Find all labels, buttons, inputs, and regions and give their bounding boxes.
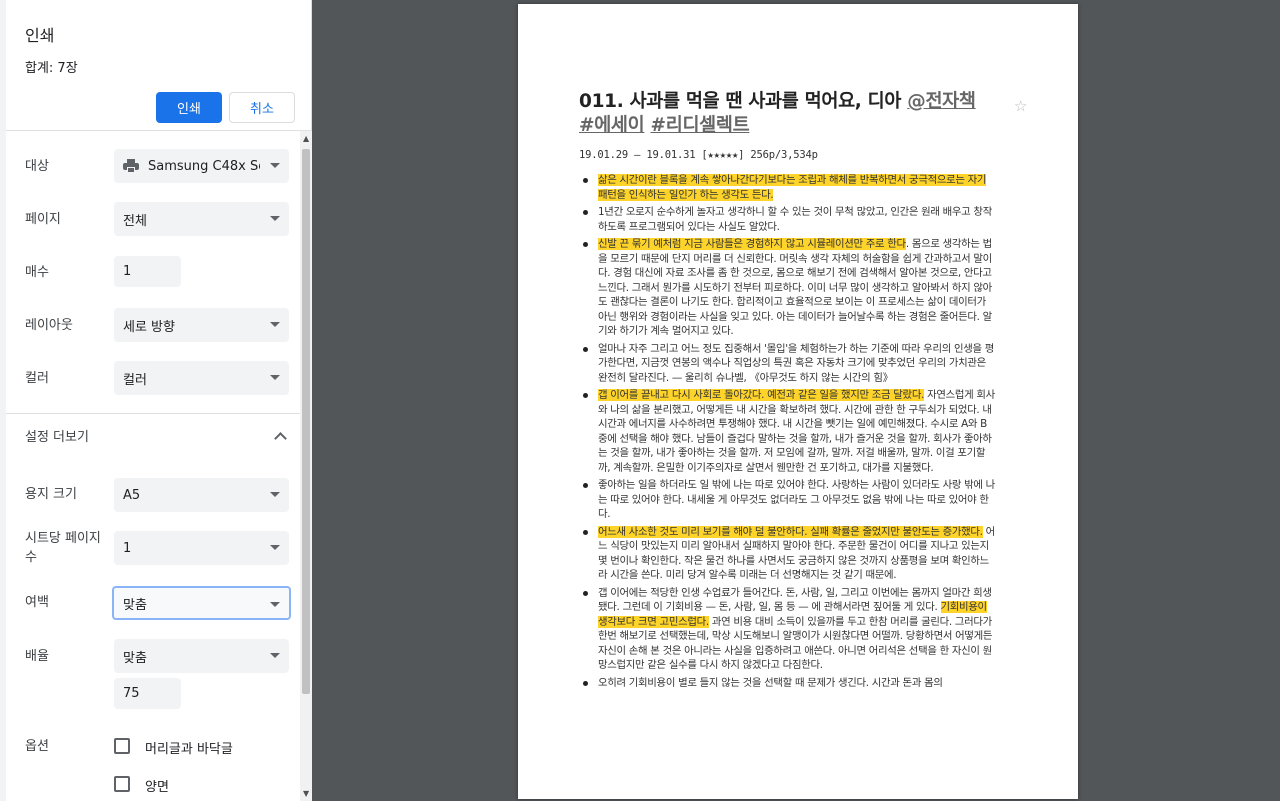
dropdown-arrow-icon <box>270 545 280 550</box>
document-bullet-item: 오히려 기회비용이 별로 들지 않는 것을 선택할 때 문제가 생긴다. 시간과… <box>579 676 995 691</box>
dropdown-arrow-icon <box>270 163 280 168</box>
duplex-label[interactable]: 양면 <box>145 776 169 795</box>
headers-footers-label[interactable]: 머리글과 바닥글 <box>145 738 233 757</box>
dropdown-arrow-icon <box>270 375 280 380</box>
divider <box>6 413 300 414</box>
print-preview-page: 011. 사과를 먹을 땐 사과를 먹어요, 디아 @전자책 #에세이 #리디셀… <box>518 4 1078 799</box>
document-bullet-item: 1년간 오로지 순수하게 놀자고 생각하니 할 수 있는 것이 무척 많았고, … <box>579 205 995 234</box>
print-dialog: 인쇄 합계: 7장 인쇄 취소 대상 Samsung C48x Series 페… <box>0 0 1280 801</box>
duplex-checkbox[interactable] <box>114 776 130 792</box>
pages-label: 페이지 <box>25 212 61 227</box>
body-text: 갭 이어에는 적당한 인생 수업료가 들어간다. 돈, 사람, 일, 그리고 이… <box>598 586 992 614</box>
total-sheets: 합계: 7장 <box>25 61 78 76</box>
layout-select[interactable]: 세로 방향 <box>114 308 289 342</box>
copies-input[interactable]: 1 <box>114 256 181 287</box>
document-bullet-item: 신발 끈 묶기 예처럼 지금 사람들은 경험하지 않고 시뮬레이션만 주로 한다… <box>579 237 995 339</box>
margins-value: 맞춤 <box>123 597 147 613</box>
pages-value: 전체 <box>123 213 147 229</box>
dropdown-arrow-icon <box>270 322 280 327</box>
paper-size-label: 용지 크기 <box>25 487 77 502</box>
destination-label: 대상 <box>25 159 49 174</box>
highlighted-text: 신발 끈 묶기 예처럼 지금 사람들은 경험하지 않고 시뮬레이션만 주로 한다 <box>598 238 906 250</box>
document-bullet-item: 어느새 사소한 것도 미리 보기를 해야 덜 불안하다. 실패 확률은 줄었지만… <box>579 525 995 583</box>
pages-per-sheet-select[interactable]: 1 <box>114 531 289 565</box>
document-bullet-item: 얼마나 자주 그리고 어느 정도 집중해서 '몰입'을 체험하는가 하는 기준에… <box>579 342 995 386</box>
color-value: 컬러 <box>123 372 147 388</box>
document-bullet-item: 갭 이어를 끝내고 다시 사회로 돌아갔다. 예전과 같은 일을 했지만 조금 … <box>579 388 995 475</box>
print-button[interactable]: 인쇄 <box>156 92 222 123</box>
body-text: . 몸으로 생각하는 법을 모르기 때문에 단지 머리를 더 신뢰한다. 머릿속… <box>598 238 992 337</box>
dialog-title: 인쇄 <box>25 26 55 45</box>
cancel-button[interactable]: 취소 <box>229 92 295 123</box>
document-meta: 19.01.29 – 19.01.31 [★★★★★] 256p/3,534p <box>579 149 818 161</box>
scroll-up-arrow-icon[interactable]: ▲ <box>303 135 309 143</box>
title-tag-ebook: @전자책 <box>907 91 976 112</box>
document-bullet-item: 갭 이어에는 적당한 인생 수업료가 들어간다. 돈, 사람, 일, 그리고 이… <box>579 586 995 673</box>
layout-label: 레이아웃 <box>25 318 73 333</box>
options-label: 옵션 <box>25 739 49 754</box>
body-text: 오히려 기회비용이 별로 들지 않는 것을 선택할 때 문제가 생긴다. 시간과… <box>598 676 943 689</box>
scale-value: 맞춤 <box>123 650 147 666</box>
color-select[interactable]: 컬러 <box>114 361 289 395</box>
settings-scroll-area[interactable]: 대상 Samsung C48x Series 페이지 전체 매수 1 레이아웃 … <box>6 131 312 801</box>
star-icon: ☆ <box>1014 97 1028 115</box>
body-text: 얼마나 자주 그리고 어느 정도 집중해서 '몰입'을 체험하는가 하는 기준에… <box>598 342 995 384</box>
pages-per-sheet-value: 1 <box>123 540 132 556</box>
dropdown-arrow-icon <box>270 492 280 497</box>
document-bullet-list: 삶은 시간이란 블록을 계속 쌓아나간다기보다는 조립과 해체를 반복하면서 궁… <box>579 173 995 693</box>
paper-size-select[interactable]: A5 <box>114 478 289 512</box>
highlighted-text: 삶은 시간이란 블록을 계속 쌓아나간다기보다는 조립과 해체를 반복하면서 궁… <box>598 174 987 201</box>
scale-percent-input[interactable]: 75 <box>114 678 181 709</box>
body-text: 1년간 오로지 순수하게 놀자고 생각하니 할 수 있는 것이 무척 많았고, … <box>598 206 992 233</box>
print-settings-panel: 인쇄 합계: 7장 인쇄 취소 대상 Samsung C48x Series 페… <box>0 0 312 801</box>
more-settings-toggle[interactable]: 설정 더보기 <box>25 428 295 447</box>
layout-value: 세로 방향 <box>123 319 175 335</box>
scale-label: 배율 <box>25 649 49 664</box>
document-bullet-item: 삶은 시간이란 블록을 계속 쌓아나간다기보다는 조립과 해체를 반복하면서 궁… <box>579 173 995 202</box>
margins-label: 여백 <box>25 595 49 610</box>
document-title: 011. 사과를 먹을 땐 사과를 먹어요, 디아 @전자책 #에세이 #리디셀… <box>579 90 979 138</box>
pages-per-sheet-label: 시트당 페이지 수 <box>25 531 101 565</box>
body-text: 자연스럽게 회사와 나의 삶을 분리했고, 어떻게든 내 시간을 확보하려 했다… <box>598 389 995 474</box>
title-tag-ridiselect: #리디셀렉트 <box>650 115 750 136</box>
destination-select[interactable]: Samsung C48x Series <box>114 149 289 183</box>
settings-scrollbar[interactable]: ▲ ▼ <box>300 131 312 801</box>
printer-icon <box>123 159 139 173</box>
highlighted-text: 어느새 사소한 것도 미리 보기를 해야 덜 불안하다. 실패 확률은 줄었지만… <box>598 525 983 538</box>
margins-select[interactable]: 맞춤 <box>112 586 291 620</box>
highlighted-text: 갭 이어를 끝내고 다시 사회로 돌아갔다. 예전과 같은 일을 했지만 조금 … <box>598 389 925 401</box>
headers-footers-checkbox[interactable] <box>114 738 130 754</box>
title-main: 011. 사과를 먹을 땐 사과를 먹어요, 디아 <box>579 91 908 112</box>
destination-value: Samsung C48x Series <box>148 158 260 174</box>
color-label: 컬러 <box>25 371 49 386</box>
body-text: 좋아하는 일을 하더라도 일 밖에 나는 따로 있어야 한다. 사랑하는 사람이… <box>598 479 995 520</box>
document-bullet-item: 좋아하는 일을 하더라도 일 밖에 나는 따로 있어야 한다. 사랑하는 사람이… <box>579 478 995 522</box>
pages-select[interactable]: 전체 <box>114 202 289 236</box>
scroll-down-arrow-icon[interactable]: ▼ <box>303 790 309 798</box>
title-tag-essay: #에세이 <box>579 115 645 136</box>
scale-select[interactable]: 맞춤 <box>114 639 289 673</box>
dropdown-arrow-icon <box>270 216 280 221</box>
dropdown-arrow-icon <box>270 602 280 607</box>
paper-size-value: A5 <box>123 487 141 503</box>
copies-label: 매수 <box>25 265 49 280</box>
more-settings-label: 설정 더보기 <box>25 430 89 445</box>
panel-header: 인쇄 합계: 7장 인쇄 취소 <box>6 0 312 131</box>
scrollbar-thumb[interactable] <box>302 149 310 694</box>
dropdown-arrow-icon <box>270 653 280 658</box>
